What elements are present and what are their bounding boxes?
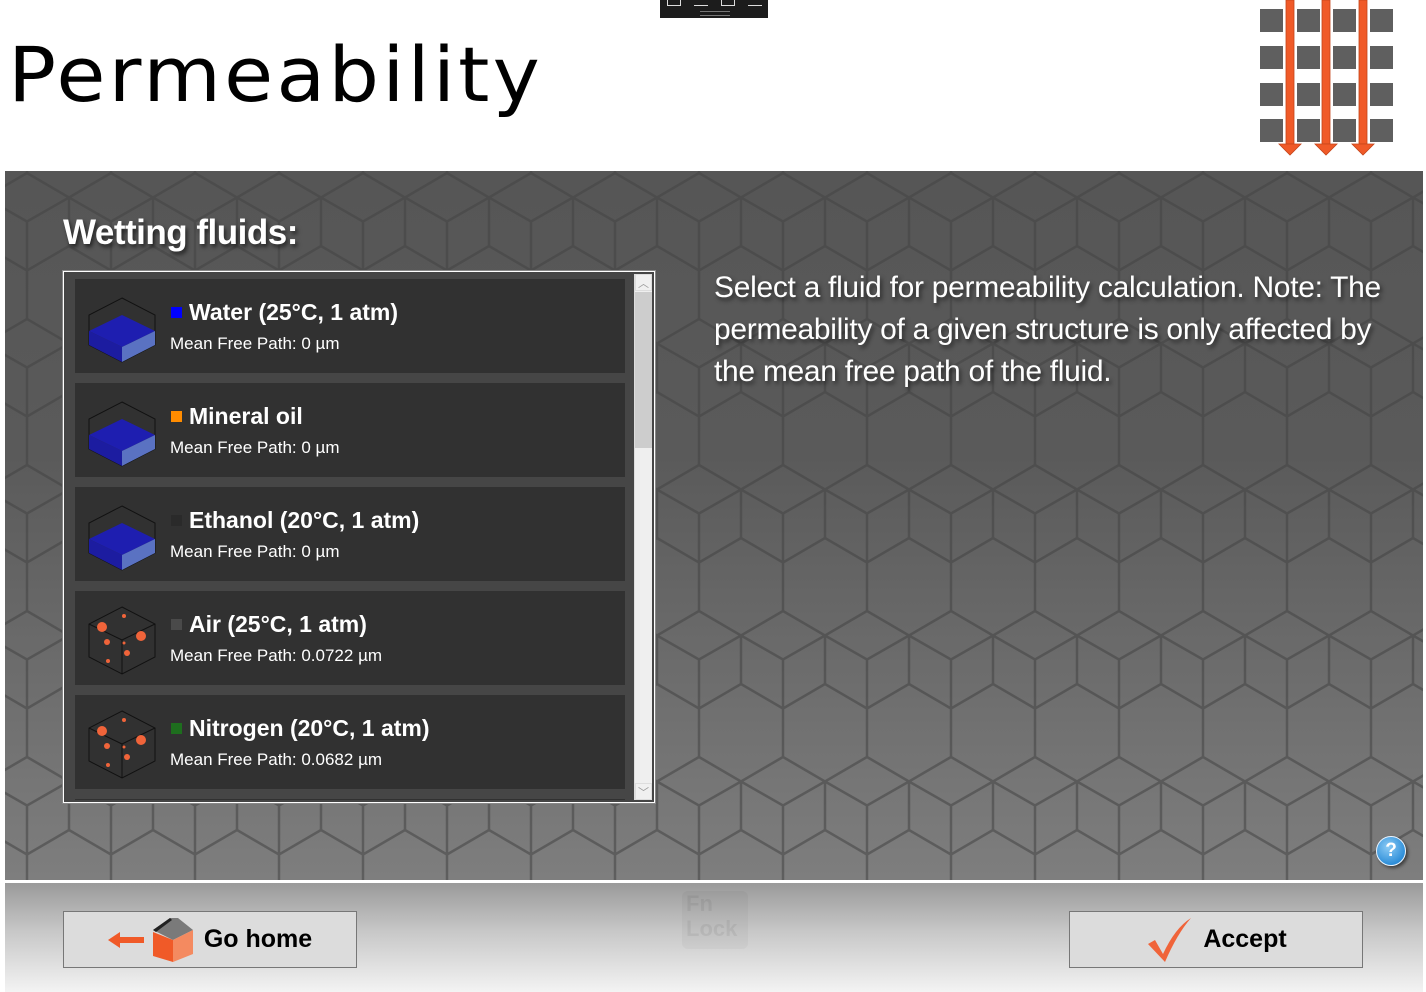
color-swatch bbox=[171, 723, 182, 734]
fluid-name: Mineral oil bbox=[189, 403, 303, 429]
fn-lock-line2: Lock bbox=[686, 916, 738, 941]
fluid-item-mineral-oil[interactable]: Mineral oil Mean Free Path: 0 µm bbox=[75, 383, 625, 477]
pen-icon[interactable] bbox=[693, 0, 708, 6]
window-icon[interactable] bbox=[720, 0, 735, 6]
fluid-list-viewport: Water (25°C, 1 atm) Mean Free Path: 0 µm… bbox=[66, 274, 634, 800]
section-title: Wetting fluids: bbox=[63, 213, 298, 252]
main-panel: Wetting fluids: Water (25°C, 1 atm) Mean… bbox=[5, 171, 1423, 880]
fluid-mean-free-path: Mean Free Path: 0 µm bbox=[170, 334, 340, 353]
fluid-item-nitrogen[interactable]: Nitrogen (20°C, 1 atm) Mean Free Path: 0… bbox=[75, 695, 625, 789]
gas-cube-icon bbox=[88, 710, 156, 779]
fluid-name: Water (25°C, 1 atm) bbox=[189, 299, 399, 325]
fluid-list[interactable]: Water (25°C, 1 atm) Mean Free Path: 0 µm… bbox=[62, 270, 656, 804]
color-swatch bbox=[171, 411, 182, 422]
fn-lock-line1: Fn bbox=[686, 891, 713, 916]
pen-alt-icon[interactable] bbox=[747, 0, 762, 6]
liquid-cube-icon bbox=[88, 401, 156, 467]
fluid-item-air[interactable]: Air (25°C, 1 atm) Mean Free Path: 0.0722… bbox=[75, 591, 625, 685]
home-icon bbox=[152, 917, 193, 962]
gas-cube-icon bbox=[88, 606, 156, 675]
scroll-up-button[interactable]: ︿ bbox=[635, 274, 652, 291]
toolbar-drag-handle[interactable] bbox=[700, 11, 730, 16]
fluid-name: Ethanol (20°C, 1 atm) bbox=[189, 507, 420, 533]
color-swatch bbox=[171, 619, 182, 630]
checkmark-icon bbox=[1148, 917, 1192, 962]
floating-toolbar bbox=[660, 0, 768, 18]
liquid-cube-icon bbox=[88, 505, 156, 571]
fluid-name: Nitrogen (20°C, 1 atm) bbox=[189, 715, 430, 741]
fluid-mean-free-path: Mean Free Path: 0.0682 µm bbox=[170, 750, 383, 769]
vertical-scrollbar[interactable]: ︿ ﹀ bbox=[634, 274, 652, 800]
scroll-down-button[interactable]: ﹀ bbox=[635, 783, 652, 800]
screen-snip-icon[interactable] bbox=[666, 0, 681, 6]
fluid-name: Air (25°C, 1 atm) bbox=[189, 611, 367, 637]
liquid-cube-icon bbox=[88, 297, 156, 363]
permeability-flow-icon bbox=[1260, 0, 1393, 156]
fluid-item-water[interactable]: Water (25°C, 1 atm) Mean Free Path: 0 µm bbox=[75, 279, 625, 373]
fluid-mean-free-path: Mean Free Path: 0 µm bbox=[170, 438, 340, 457]
scroll-thumb[interactable] bbox=[635, 292, 652, 448]
fluid-mean-free-path: Mean Free Path: 0.0722 µm bbox=[170, 646, 383, 665]
go-home-label: Go home bbox=[203, 925, 313, 953]
accept-label: Accept bbox=[1203, 925, 1287, 953]
fluid-mean-free-path: Mean Free Path: 0 µm bbox=[170, 542, 340, 561]
fluid-item-partial[interactable] bbox=[75, 799, 625, 800]
arrow-left-icon bbox=[107, 931, 144, 948]
accept-button[interactable]: Accept bbox=[1069, 911, 1363, 968]
go-home-button[interactable]: Go home bbox=[63, 911, 357, 968]
color-swatch bbox=[171, 307, 182, 318]
fluid-item-ethanol[interactable]: Ethanol (20°C, 1 atm) Mean Free Path: 0 … bbox=[75, 487, 625, 581]
help-button[interactable]: ? bbox=[1376, 836, 1406, 866]
fn-lock-watermark: Fn Lock bbox=[682, 891, 748, 949]
footer-bar: Fn Lock Go home Accept bbox=[5, 883, 1423, 992]
page-title: Permeability bbox=[8, 30, 543, 119]
description-text: Select a fluid for permeability calculat… bbox=[714, 271, 1381, 388]
color-swatch bbox=[171, 515, 182, 526]
